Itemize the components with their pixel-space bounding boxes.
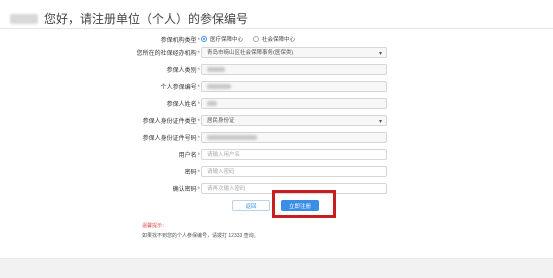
agency-label: 您所在的社保经办机构*	[136, 50, 200, 57]
id-doc-number-label: 参保人身份证件号码*	[142, 135, 200, 142]
redacted-user-name	[10, 13, 38, 24]
page-title-text: 您好，请注册单位（个人）的参保编号	[44, 12, 249, 26]
row-personal-id: 个人参保编号*	[0, 79, 553, 93]
insurance-type-label: 参保机构类型*	[160, 37, 200, 44]
footer-bar	[0, 258, 553, 278]
chevron-down-icon: ▾	[378, 50, 382, 57]
back-button[interactable]: 返回	[232, 200, 270, 211]
chevron-down-icon: ▾	[378, 118, 382, 125]
personal-id-field	[201, 80, 387, 92]
tips-text: 如果找不到您的个人参保编号，请拨打 12333 查询。	[142, 233, 259, 239]
row-insurance-type: 参保机构类型* 医疗保障中心 社会保障中心	[0, 32, 553, 46]
row-id-doc-number: 参保人身份证件号码*	[0, 130, 553, 144]
highlight-box	[272, 190, 336, 218]
row-username: 用户名* 请输入用户名	[0, 147, 553, 161]
redacted-value	[207, 66, 225, 72]
personal-id-label: 个人参保编号*	[160, 84, 200, 91]
id-doc-number-field	[201, 131, 387, 143]
title-divider	[0, 28, 553, 29]
username-label: 用户名*	[178, 152, 200, 159]
name-field	[201, 97, 387, 109]
id-doc-type-label: 参保人身份证件类型*	[142, 118, 200, 125]
row-insured-type: 参保人类别*	[0, 62, 553, 76]
radio-selected-icon	[201, 36, 207, 42]
confirm-password-label: 确认密码*	[172, 186, 200, 193]
insured-type-field	[201, 63, 387, 75]
password-label: 密码*	[184, 169, 200, 176]
redacted-value	[207, 134, 257, 140]
insured-type-label: 参保人类别*	[166, 67, 200, 74]
password-input[interactable]: 请输入密码	[201, 165, 387, 177]
row-id-doc-type: 参保人身份证件类型* 居民身份证 ▾	[0, 113, 553, 127]
redacted-value	[207, 83, 231, 89]
agency-select[interactable]: 青岛市崂山区社会保障事务(医保类) ▾	[201, 46, 387, 58]
page-title: 您好，请注册单位（个人）的参保编号	[10, 10, 248, 27]
id-doc-type-select[interactable]: 居民身份证 ▾	[201, 114, 387, 126]
row-password: 密码* 请输入密码	[0, 164, 553, 178]
username-input[interactable]: 请输入用户名	[201, 148, 387, 160]
registration-page: 您好，请注册单位（个人）的参保编号 参保机构类型* 医疗保障中心 社会保障中心	[0, 0, 553, 278]
insurance-type-radio-group: 医疗保障中心 社会保障中心	[201, 35, 295, 43]
redacted-value	[207, 100, 217, 106]
row-agency: 您所在的社保经办机构* 青岛市崂山区社会保障事务(医保类) ▾	[0, 45, 553, 59]
row-name: 参保人姓名*	[0, 96, 553, 110]
radio-unselected-icon	[253, 36, 260, 42]
radio-medical-center[interactable]: 医疗保障中心	[201, 35, 243, 43]
tips-title: 温馨提示：	[142, 223, 168, 229]
radio-social-center[interactable]: 社会保障中心	[253, 35, 295, 43]
name-label: 参保人姓名*	[166, 101, 200, 108]
tips-section: 温馨提示： 如果找不到您的个人参保编号，请拨打 12333 查询。	[142, 222, 259, 239]
